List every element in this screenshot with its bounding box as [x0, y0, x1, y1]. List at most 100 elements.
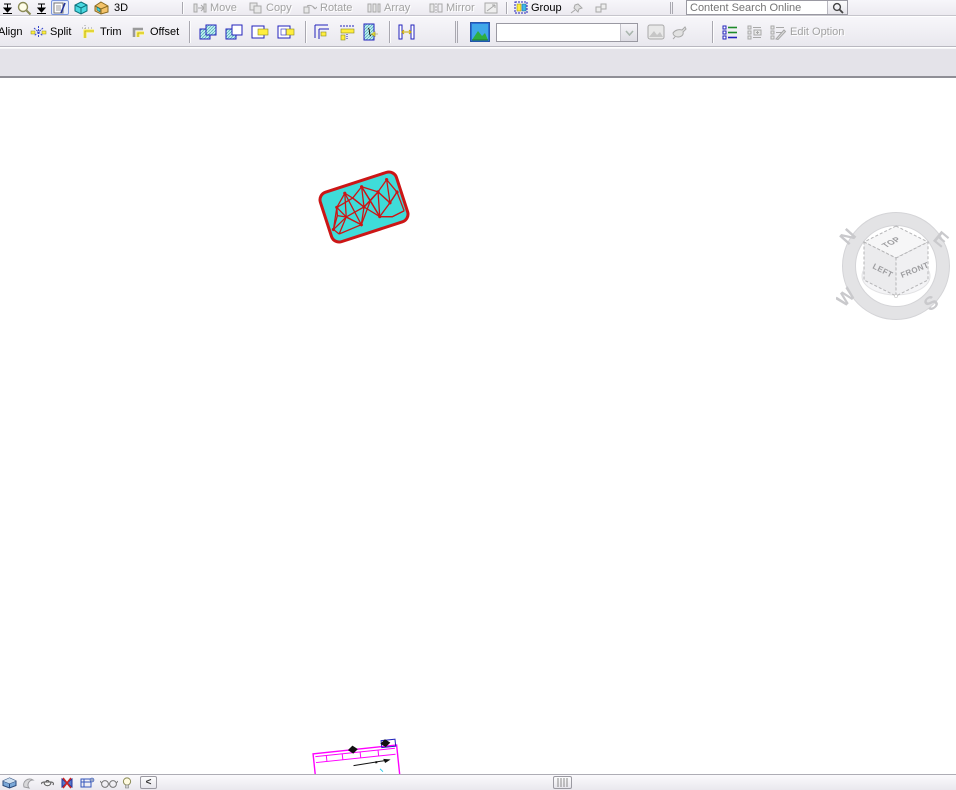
pin-icon	[570, 2, 583, 13]
camera-3d-house-icon[interactable]	[93, 0, 110, 15]
uncut-geometry-icon	[277, 25, 295, 39]
separator	[455, 21, 462, 43]
search-input[interactable]	[687, 1, 827, 14]
add-to-option-button[interactable]	[747, 17, 764, 47]
unpin-icon	[595, 3, 607, 12]
dropdown-underline-icon[interactable]	[2, 2, 13, 14]
crop-region-off-icon	[61, 777, 73, 789]
crop-visibility-button[interactable]	[79, 777, 95, 789]
toolbar-tools: Align Split Trim Offset Edit Option	[0, 17, 956, 47]
offset-icon	[132, 27, 144, 37]
splitter-grip-icon	[557, 778, 568, 787]
search-icon	[832, 2, 844, 14]
crop-visibility-icon	[80, 777, 95, 788]
rendering-button[interactable]	[40, 777, 56, 789]
content-search-box	[686, 0, 848, 15]
wall-joins-icon	[314, 24, 329, 39]
view-control-bar: <	[0, 774, 956, 790]
default-3d-box-icon[interactable]	[73, 0, 89, 15]
render-region-icon	[470, 22, 490, 42]
array-icon	[367, 3, 381, 12]
toposurface-object[interactable]	[315, 167, 412, 246]
cut-geometry-icon	[251, 25, 269, 39]
add-option-icon	[747, 25, 762, 40]
move-button[interactable]: Move	[193, 0, 237, 15]
share-render-button[interactable]	[670, 17, 688, 47]
separator	[389, 21, 391, 43]
separator	[182, 2, 184, 14]
beam-joins-icon	[340, 25, 355, 41]
unjoin-geometry-button[interactable]	[225, 17, 244, 47]
chevron-down-icon[interactable]	[620, 24, 637, 41]
group-button[interactable]: Group	[514, 0, 562, 15]
dimension-icon	[398, 24, 415, 40]
copy-icon	[249, 2, 262, 13]
rotate-icon	[303, 4, 317, 13]
pin-button[interactable]	[570, 0, 584, 15]
beam-joins-button[interactable]	[338, 17, 357, 47]
array-button[interactable]: Array	[367, 0, 410, 15]
move-icon	[193, 3, 207, 12]
viewcube[interactable]: N E S W TOP LEFT FRONT	[836, 206, 956, 320]
reveal-hidden-button[interactable]	[122, 777, 132, 789]
mirror-icon	[429, 2, 443, 13]
unpin-button[interactable]	[594, 0, 608, 15]
image-icon	[647, 24, 665, 40]
rotate-button[interactable]: Rotate	[303, 0, 352, 15]
split-button[interactable]: Split	[30, 17, 71, 47]
graphics-style-button[interactable]	[2, 777, 17, 789]
shadows-icon	[23, 778, 35, 789]
temporary-hide-button[interactable]	[100, 778, 118, 788]
join-geometry-button[interactable]	[199, 17, 218, 47]
align-button[interactable]: Align	[0, 17, 22, 47]
options-bar	[0, 48, 956, 78]
toolbar-edit: 3D Move Copy Rotate Array Mirror Group	[0, 0, 956, 16]
splitter-grip[interactable]	[553, 776, 572, 789]
scroll-left-button[interactable]: <	[140, 776, 157, 789]
uncut-geometry-button[interactable]	[277, 17, 296, 47]
separator	[506, 2, 508, 14]
shadows-button[interactable]	[21, 777, 36, 789]
split-face-icon	[363, 23, 378, 41]
resize-button[interactable]	[484, 0, 498, 15]
zoom-icon[interactable]	[17, 1, 32, 15]
separator	[712, 21, 714, 43]
chevron-left-icon: <	[145, 776, 152, 788]
separator	[305, 21, 307, 43]
temporary-hide-glasses-icon	[100, 780, 118, 788]
crop-region-button[interactable]	[59, 777, 75, 789]
render-region-button[interactable]	[470, 17, 490, 47]
thin-lines-button[interactable]	[51, 0, 69, 15]
mirror-button[interactable]: Mirror	[429, 0, 475, 15]
combobox-value	[497, 24, 620, 41]
drawing-viewport[interactable]: N E S W TOP LEFT FRONT	[0, 80, 956, 790]
separator	[670, 2, 677, 14]
design-options-button[interactable]	[722, 17, 739, 47]
dimension-button[interactable]	[397, 17, 416, 47]
edit-option-button[interactable]: Edit Option	[770, 17, 844, 47]
trim-button[interactable]: Trim	[80, 17, 122, 47]
unjoin-geometry-icon	[225, 24, 243, 40]
search-button[interactable]	[827, 1, 847, 14]
design-options-list-icon	[722, 25, 737, 40]
resize-icon	[484, 2, 498, 13]
join-geometry-icon	[199, 24, 217, 40]
show-image-button[interactable]	[647, 17, 665, 47]
share-hand-icon	[672, 26, 687, 40]
edit-option-icon	[770, 25, 787, 40]
split-icon	[30, 26, 47, 38]
separator	[189, 21, 191, 43]
render-settings-combobox[interactable]	[496, 23, 638, 42]
rendering-teapot-icon	[41, 780, 54, 787]
wall-joins-button[interactable]	[313, 17, 332, 47]
copy-button[interactable]: Copy	[249, 0, 292, 15]
group-icon	[514, 1, 528, 14]
3d-label: 3D	[114, 1, 129, 14]
graphics-style-box-icon	[2, 777, 17, 789]
cut-geometry-button[interactable]	[251, 17, 270, 47]
offset-button[interactable]: Offset	[130, 17, 179, 47]
dropdown-underline-icon[interactable]	[36, 2, 47, 14]
trim-icon	[82, 25, 94, 38]
split-face-button[interactable]	[362, 17, 381, 47]
reveal-hidden-bulb-icon	[122, 777, 132, 789]
